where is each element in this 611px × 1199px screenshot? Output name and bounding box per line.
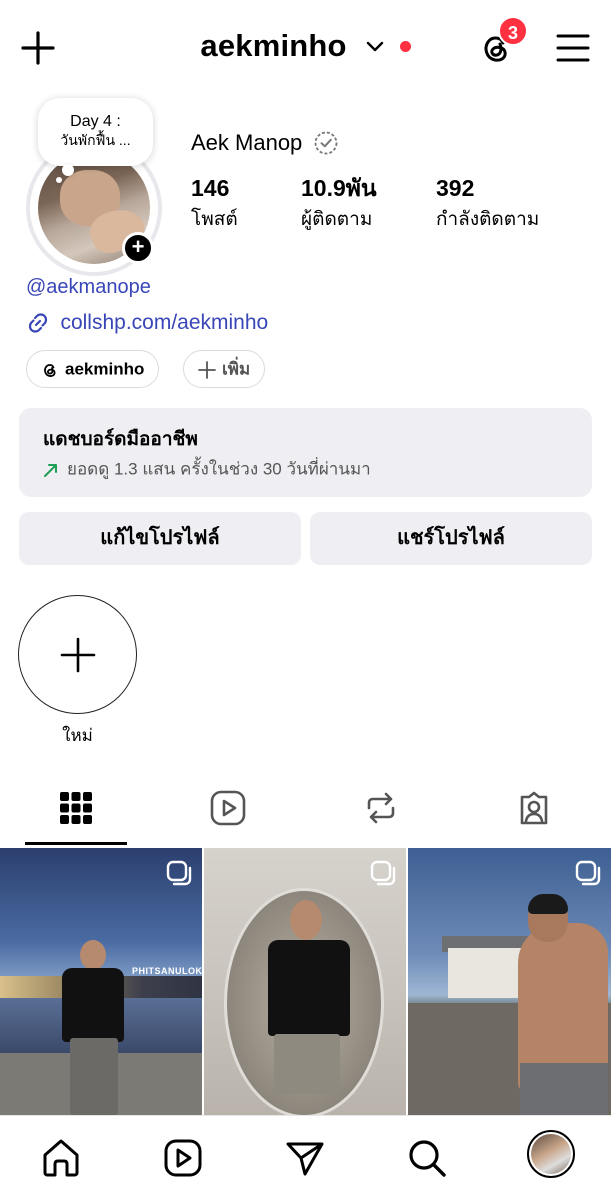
home-icon[interactable] [39,1136,83,1180]
reels-icon [210,790,246,826]
profile-name-row: Aek Manop [191,130,339,160]
plus-icon [60,637,96,673]
threads-icon [44,363,56,377]
add-chip-label: เพิ่ม [222,359,251,379]
verified-badge-icon [314,131,338,155]
dashboard-subtitle: ยอดดู 1.3 แสน ครั้งในช่วง 30 วันที่ผ่านม… [43,458,592,481]
display-name: Aek Manop [191,130,303,155]
chevron-down-icon [366,41,384,52]
post-thumbnail[interactable] [204,848,406,1115]
bottom-navigation [0,1115,611,1199]
post-thumbnail[interactable] [408,848,611,1115]
reposts-icon [367,792,395,824]
professional-dashboard[interactable]: แดชบอร์ดมืออาชีพ ยอดดู 1.3 แสน ครั้งในช่… [19,408,592,497]
bio-link[interactable]: collshp.com/aekminho [26,311,268,337]
stat-following-value: 392 [436,175,475,201]
trend-up-icon [44,463,57,477]
stat-followers-value: 10.9พัน [301,175,377,201]
reels-icon[interactable] [161,1136,205,1180]
stat-posts-value: 146 [191,175,230,201]
stat-posts[interactable]: 146 โพสต์ [191,174,238,234]
active-tab-indicator [25,842,127,845]
plus-icon [198,360,216,379]
tab-reels[interactable] [152,784,304,848]
note-text-line2: วันพักฟื้น ... [60,132,131,148]
tab-tagged[interactable] [458,784,610,848]
grid-icon [60,792,92,824]
tab-grid[interactable] [0,784,152,848]
post-sign-text: PHITSANULOK [132,966,202,976]
threads-chip[interactable]: aekminho [26,350,160,388]
dashboard-title: แดชบอร์ดมืออาชีพ [43,429,198,450]
note-tail [62,164,74,176]
search-icon[interactable] [405,1136,449,1180]
username-title: aekminho [200,28,347,63]
stat-followers-label: ผู้ติดตาม [301,209,373,230]
add-story-button[interactable]: + [122,232,154,264]
add-chip[interactable]: เพิ่ม [183,350,266,388]
menu-icon[interactable] [556,31,590,65]
stat-posts-label: โพสต์ [191,209,238,230]
new-highlight-button[interactable] [18,595,137,714]
stat-following-label: กำลังติดตาม [436,209,540,230]
profile-tab-avatar[interactable] [527,1130,575,1178]
post-thumbnail[interactable]: PHITSANULOK [0,848,202,1115]
threads-handle-link[interactable]: @aekmanope [26,276,151,299]
bio-link-text: collshp.com/aekminho [60,311,269,334]
threads-chip-label: aekminho [65,359,145,379]
dashboard-subtitle-text: ยอดดู 1.3 แสน ครั้งในช่วง 30 วันที่ผ่านม… [67,459,371,479]
unread-dot [399,40,411,52]
carousel-icon [575,860,601,886]
note-bubble[interactable]: Day 4 : วันพักฟื้น ... [38,98,153,166]
tab-reposts[interactable] [305,784,457,848]
edit-profile-button[interactable]: แก้ไขโปรไฟล์ [19,512,301,565]
tagged-icon [520,791,548,825]
carousel-icon [166,860,192,886]
notification-badge: 3 [498,16,528,46]
share-profile-button[interactable]: แชร์โปรไฟล์ [310,512,592,565]
carousel-icon [370,860,396,886]
send-icon[interactable] [283,1136,327,1180]
note-tail-small [56,177,62,183]
note-text-line1: Day 4 : [70,113,121,130]
stat-followers[interactable]: 10.9พัน ผู้ติดตาม [301,174,377,234]
link-icon [28,313,48,333]
avatar-image [531,1134,571,1174]
stat-following[interactable]: 392 กำลังติดตาม [436,174,539,234]
top-bar: aekminho 3 [0,0,611,96]
new-highlight-label: ใหม่ [62,726,93,745]
